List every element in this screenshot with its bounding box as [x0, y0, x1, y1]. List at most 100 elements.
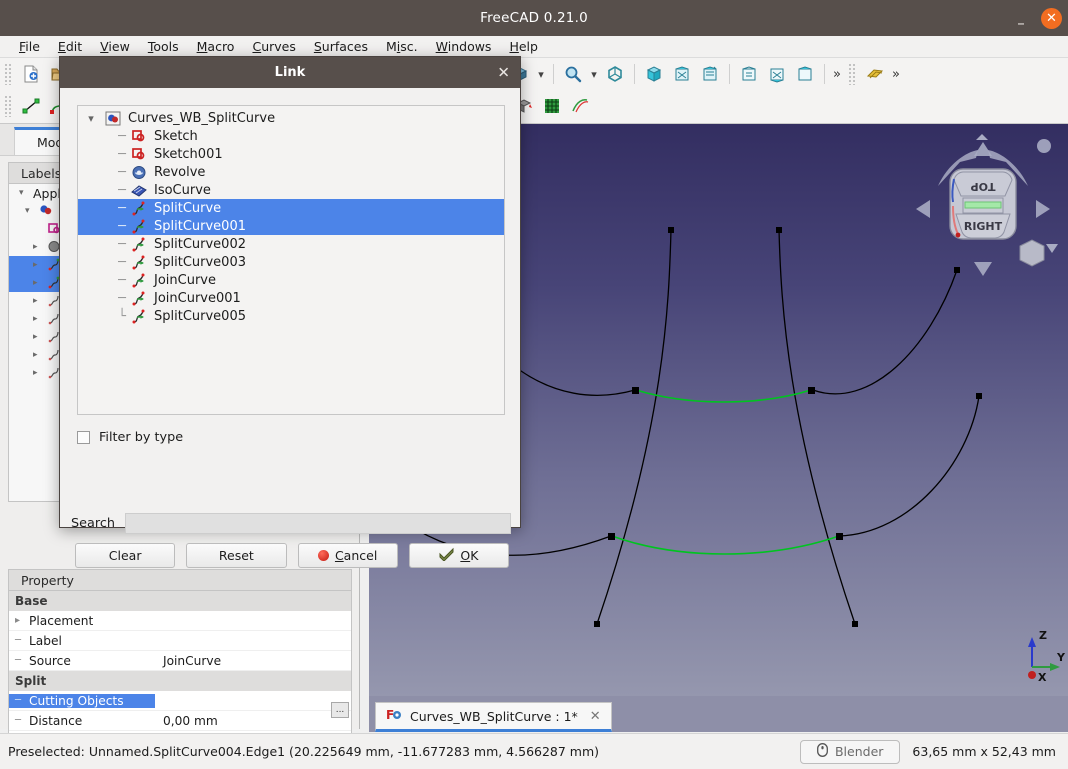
- splitcurve-icon: [130, 218, 148, 234]
- expander-icon[interactable]: ▾: [78, 112, 104, 125]
- toolbar-overflow-icon[interactable]: »: [830, 67, 844, 82]
- tree-item-sketch001[interactable]: ─ Sketch001: [78, 145, 504, 163]
- close-icon[interactable]: ✕: [1041, 7, 1062, 29]
- tree-item-label: Revolve: [154, 164, 206, 180]
- left-view-icon[interactable]: [792, 61, 818, 87]
- grid-icon[interactable]: [539, 93, 565, 119]
- expander-icon[interactable]: ▸: [33, 368, 47, 378]
- expander-icon[interactable]: ▸: [33, 260, 47, 270]
- expander-icon[interactable]: ▸: [15, 615, 29, 626]
- cancel-icon: [317, 550, 329, 561]
- window-title: FreeCAD 0.21.0: [480, 10, 588, 26]
- menu-view[interactable]: View: [91, 37, 139, 56]
- expander-icon[interactable]: ▸: [33, 296, 47, 306]
- right-view-icon[interactable]: [697, 61, 723, 87]
- fit-selection-icon[interactable]: [602, 61, 628, 87]
- property-row-source[interactable]: ─ Source JoinCurve: [9, 651, 351, 671]
- sketch-icon: [130, 128, 148, 144]
- tree-item-sketch[interactable]: ─ Sketch: [78, 127, 504, 145]
- menu-tools[interactable]: Tools: [139, 37, 188, 56]
- search-input[interactable]: [124, 513, 511, 534]
- expander-icon[interactable]: ▸: [33, 314, 47, 324]
- tree-item-label: SplitCurve005: [154, 308, 246, 324]
- bottom-view-icon[interactable]: [764, 61, 790, 87]
- expander-icon[interactable]: ▸: [33, 278, 47, 288]
- property-row-cutting-objects[interactable]: ─ Cutting Objects ...: [9, 691, 351, 718]
- filter-by-type-checkbox[interactable]: [77, 431, 90, 444]
- tree-item-label: SplitCurve: [154, 200, 222, 216]
- property-row-placement[interactable]: ▸ Placement: [9, 611, 351, 631]
- property-group-base: Base: [9, 591, 351, 611]
- axonometric-dropdown-icon[interactable]: ▾: [534, 68, 548, 81]
- property-row-distance[interactable]: ─ Distance 0,00 mm: [9, 711, 351, 731]
- tree-item-label: SplitCurve003: [154, 254, 246, 270]
- reset-button[interactable]: Reset: [186, 543, 287, 568]
- property-value[interactable]: 0,00 mm: [155, 714, 351, 728]
- tree-item-root[interactable]: ▾ Curves_WB_SplitCurve: [78, 109, 504, 127]
- measure-icon[interactable]: [862, 61, 888, 87]
- expander-icon[interactable]: ▾: [25, 206, 39, 216]
- link-object-tree[interactable]: ▾ Curves_WB_SplitCurve ─ Sketch ─ Sketch…: [77, 105, 505, 415]
- reflect-lines-icon[interactable]: [567, 93, 593, 119]
- toolbar-grip[interactable]: [847, 63, 857, 85]
- close-icon[interactable]: ✕: [590, 709, 601, 724]
- tree-item-splitcurve[interactable]: ─ SplitCurve: [78, 199, 504, 217]
- tree-item-joincurve[interactable]: ─ JoinCurve: [78, 271, 504, 289]
- tree-item-revolve[interactable]: ─ Revolve: [78, 163, 504, 181]
- expander-icon[interactable]: ▸: [33, 242, 47, 252]
- property-row-label[interactable]: ─ Label: [9, 631, 351, 651]
- toolbar-grip[interactable]: [4, 63, 13, 85]
- tree-branch-icon: ─: [15, 655, 22, 666]
- front-view-icon[interactable]: [641, 61, 667, 87]
- clear-button[interactable]: Clear: [75, 543, 176, 568]
- filter-by-type-label[interactable]: Filter by type: [99, 430, 183, 445]
- close-icon[interactable]: ✕: [497, 65, 510, 80]
- navigation-style-label: Blender: [834, 744, 884, 759]
- new-document-icon[interactable]: [18, 61, 44, 87]
- zoom-icon[interactable]: [560, 61, 586, 87]
- tree-item-splitcurve002[interactable]: ─ SplitCurve002: [78, 235, 504, 253]
- menu-windows[interactable]: Windows: [427, 37, 501, 56]
- tree-item-splitcurve005[interactable]: └ SplitCurve005: [78, 307, 504, 325]
- sketch-icon: [130, 146, 148, 162]
- tree-item-joincurve001[interactable]: ─ JoinCurve001: [78, 289, 504, 307]
- toolbar-grip[interactable]: [4, 95, 13, 117]
- document-icon: [104, 110, 122, 126]
- minimize-button[interactable]: –: [1011, 8, 1031, 31]
- freecad-doc-icon: F: [386, 707, 402, 725]
- tree-item-splitcurve001[interactable]: ─ SplitCurve001: [78, 217, 504, 235]
- expander-icon[interactable]: ▸: [33, 350, 47, 360]
- mouse-icon: [817, 743, 828, 760]
- search-row: Search: [71, 513, 511, 534]
- menu-misc[interactable]: Misc.: [377, 37, 427, 56]
- rear-view-icon[interactable]: [736, 61, 762, 87]
- cancel-button[interactable]: Cancel: [297, 543, 398, 568]
- menu-surfaces[interactable]: Surfaces: [305, 37, 377, 56]
- property-column-label: Property: [21, 572, 74, 588]
- navigation-cube[interactable]: TOP RIGHT: [908, 134, 1058, 284]
- property-name: ─ Distance: [15, 713, 83, 728]
- navigation-style-button[interactable]: Blender: [799, 739, 901, 764]
- tree-item-label: Sketch001: [154, 146, 223, 162]
- expander-icon[interactable]: ▾: [19, 188, 33, 198]
- document-tab[interactable]: F Curves_WB_SplitCurve : 1* ✕: [375, 702, 612, 732]
- menu-help[interactable]: Help: [500, 37, 547, 56]
- menu-file[interactable]: FFileile: [10, 37, 49, 56]
- tree-item-isocurve[interactable]: ─ IsoCurve: [78, 181, 504, 199]
- menu-curves[interactable]: Curves: [243, 37, 304, 56]
- line-segment-icon[interactable]: [18, 93, 44, 119]
- property-name: ▸ Placement: [15, 613, 94, 628]
- splitcurve-icon: [130, 272, 148, 288]
- tree-item-splitcurve003[interactable]: ─ SplitCurve003: [78, 253, 504, 271]
- menu-edit[interactable]: Edit: [49, 37, 91, 56]
- menu-macro[interactable]: Macro: [188, 37, 244, 56]
- property-value[interactable]: JoinCurve: [155, 654, 351, 668]
- expander-icon[interactable]: ▸: [33, 332, 47, 342]
- zoom-dropdown-icon[interactable]: ▾: [587, 68, 601, 81]
- top-view-icon[interactable]: [669, 61, 695, 87]
- toolbar-overflow-icon-2[interactable]: »: [889, 67, 903, 82]
- ok-button[interactable]: OK: [408, 543, 509, 568]
- property-name: ─ Label: [15, 633, 62, 648]
- document-tab-label: Curves_WB_SplitCurve : 1*: [410, 708, 578, 724]
- isocurve-icon: [130, 182, 148, 198]
